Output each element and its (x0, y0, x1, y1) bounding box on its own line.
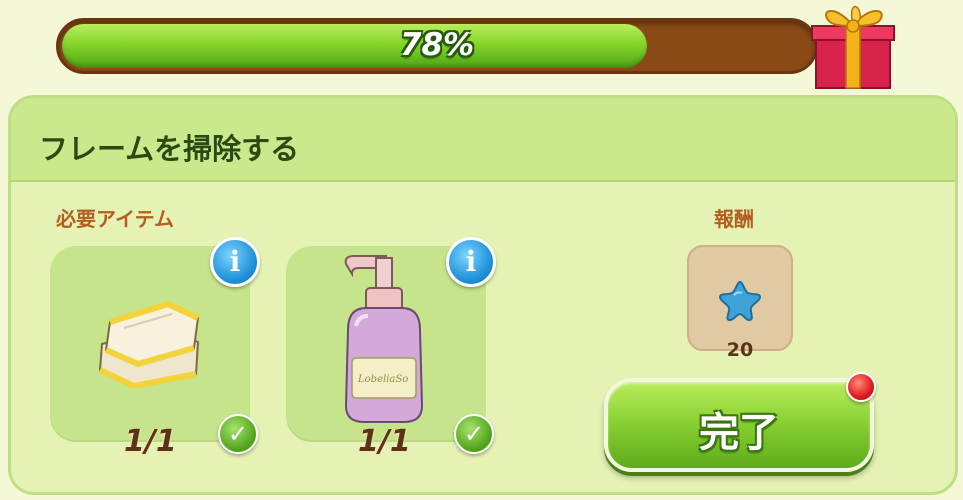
reward-label: 報酬 (714, 207, 754, 231)
gift-box-icon[interactable] (810, 0, 896, 92)
notification-badge (846, 372, 876, 402)
item-count: 1/1 (358, 424, 411, 459)
soap-bottle-icon: LobeliaSo (344, 255, 424, 423)
checkmark-icon: ✓ (218, 414, 258, 454)
complete-button[interactable]: 完了 (604, 378, 874, 472)
info-icon[interactable]: i (446, 237, 496, 287)
progress-label: 78% (399, 27, 475, 63)
required-items-label: 必要アイテム (56, 207, 174, 231)
reward-amount: 20 (726, 339, 754, 361)
task-title: フレームを掃除する (39, 132, 300, 166)
progress-bar: 78% (56, 18, 818, 74)
task-header: フレームを掃除する (11, 98, 955, 182)
towel-icon (98, 300, 200, 388)
complete-button-label: 完了 (699, 410, 779, 456)
checkmark-icon: ✓ (454, 414, 494, 454)
info-icon[interactable]: i (210, 237, 260, 287)
item-count: 1/1 (124, 424, 177, 459)
reward-item[interactable] (687, 245, 793, 351)
star-icon (718, 280, 762, 321)
svg-text:LobeliaSo: LobeliaSo (357, 374, 408, 385)
